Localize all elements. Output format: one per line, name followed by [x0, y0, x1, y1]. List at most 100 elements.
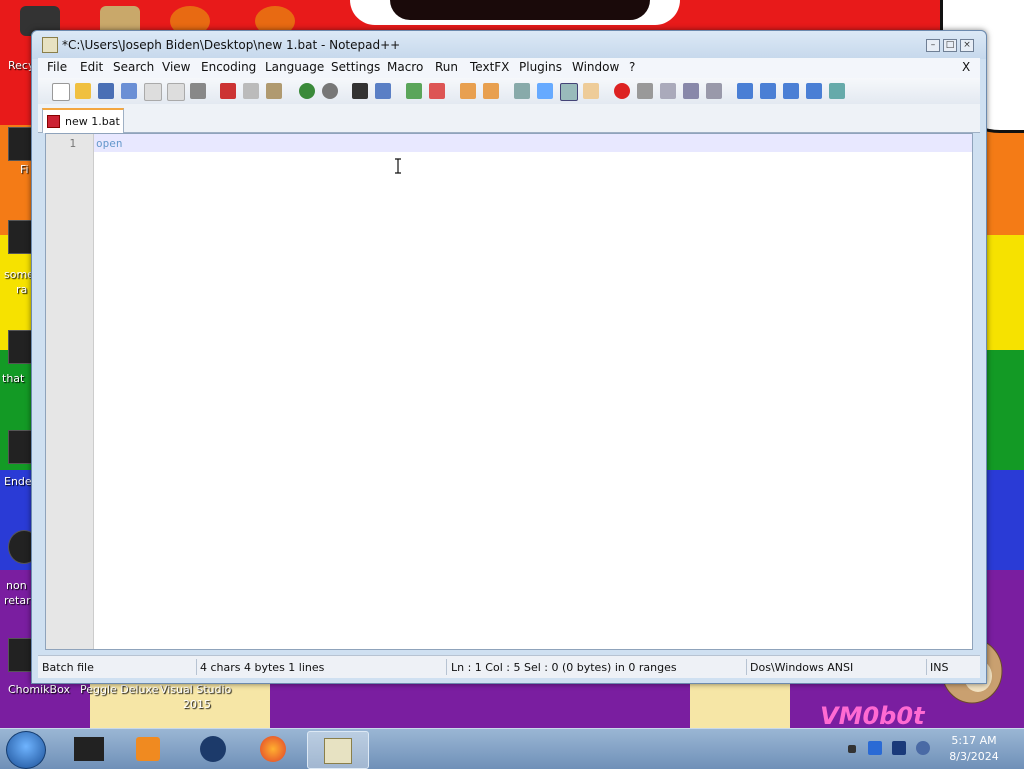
close-all-icon[interactable] [167, 83, 185, 101]
save-icon[interactable] [98, 83, 114, 99]
desktop-icon-label[interactable]: Fi [20, 163, 29, 176]
clock-time[interactable]: 5:17 AM [948, 734, 1000, 747]
expand-icon[interactable] [806, 83, 822, 99]
arrow-up-icon[interactable] [760, 83, 776, 99]
menu-file[interactable]: File [47, 60, 67, 74]
title-bar[interactable]: *C:\Users\Joseph Biden\Desktop\new 1.bat… [32, 31, 986, 59]
paste-icon[interactable] [266, 83, 282, 99]
collapse-icon[interactable] [737, 83, 753, 99]
show-all-chars-icon[interactable] [537, 83, 553, 99]
notepad-icon [42, 37, 58, 53]
zoom-in-icon[interactable] [406, 83, 422, 99]
close-file-icon[interactable] [144, 83, 162, 101]
cut-icon[interactable] [220, 83, 236, 99]
save-all-icon[interactable] [121, 83, 137, 99]
desktop-icon-label[interactable]: ChomikBox [8, 683, 70, 696]
line-number: 1 [69, 137, 76, 150]
taskbar-app-firefox[interactable] [246, 731, 302, 767]
copy-icon[interactable] [243, 83, 259, 99]
globe-icon [200, 736, 226, 762]
minimize-button[interactable]: – [926, 39, 940, 52]
editor-text[interactable]: open [96, 137, 123, 150]
toolbar [38, 78, 980, 105]
cursor-position: Ln : 1 Col : 5 Sel : 0 (0 bytes) in 0 ra… [451, 661, 677, 674]
terminal-icon [74, 737, 104, 761]
notepadpp-window: *C:\Users\Joseph Biden\Desktop\new 1.bat… [31, 30, 987, 684]
document-length: 4 chars 4 bytes 1 lines [200, 661, 325, 674]
desktop-icon-label[interactable]: some [4, 268, 34, 281]
new-file-icon[interactable] [52, 83, 70, 101]
tray-bluetooth-icon[interactable] [868, 741, 882, 755]
indent-guide-icon[interactable] [560, 83, 578, 101]
desktop-icon-label[interactable]: Ende [4, 475, 32, 488]
desktop-icon-label[interactable]: ra [16, 283, 27, 296]
find-icon[interactable] [352, 83, 368, 99]
menu-encoding[interactable]: Encoding [201, 60, 256, 74]
sync-horizontal-icon[interactable] [483, 83, 499, 99]
menu-language[interactable]: Language [265, 60, 324, 74]
taskbar-app-terminal[interactable] [62, 731, 118, 767]
line-number-gutter: 1 [46, 134, 94, 649]
word-wrap-icon[interactable] [514, 83, 530, 99]
tab-new-1-bat[interactable]: new 1.bat [42, 108, 124, 133]
menu-plugins[interactable]: Plugins [519, 60, 562, 74]
menu-macro[interactable]: Macro [387, 60, 423, 74]
undo-icon[interactable] [299, 83, 315, 99]
menu-edit[interactable]: Edit [80, 60, 103, 74]
tab-label: new 1.bat [65, 115, 120, 128]
desktop-icon-label[interactable]: Peggle Deluxe [80, 683, 159, 696]
taskbar-app-notepadpp[interactable] [307, 731, 369, 769]
wallpaper-shape [690, 682, 790, 732]
media-player-icon [136, 737, 160, 761]
redo-icon[interactable] [322, 83, 338, 99]
menu-help[interactable]: ? [629, 60, 635, 74]
run-macro-multiple-icon[interactable] [683, 83, 699, 99]
current-line-highlight [94, 134, 972, 152]
status-bar: Batch file 4 chars 4 bytes 1 lines Ln : … [38, 655, 980, 678]
text-cursor-icon [395, 158, 401, 174]
replace-icon[interactable] [375, 83, 391, 99]
menu-bar: File Edit Search View Encoding Language … [38, 58, 980, 78]
menu-run[interactable]: Run [435, 60, 458, 74]
desktop-icon-label[interactable]: that [2, 372, 24, 385]
eol-encoding: Dos\Windows ANSI [750, 661, 854, 674]
close-button[interactable]: × [960, 39, 974, 52]
text-editor[interactable]: 1 open [45, 133, 973, 650]
open-folder-icon[interactable] [75, 83, 91, 99]
menu-settings[interactable]: Settings [331, 60, 380, 74]
desktop-icon-label[interactable]: 2015 [183, 698, 211, 711]
wallpaper-shape [390, 0, 650, 20]
tray-network-icon[interactable] [892, 741, 906, 755]
folder-panel-icon[interactable] [583, 83, 599, 99]
desktop-icon-label[interactable]: Visual Studio [160, 683, 231, 696]
clock-date[interactable]: 8/3/2024 [948, 750, 1000, 763]
tray-expand-icon[interactable] [848, 745, 856, 753]
notepad-icon [324, 738, 352, 764]
zoom-out-icon[interactable] [429, 83, 445, 99]
menu-window[interactable]: Window [572, 60, 619, 74]
start-button[interactable] [6, 731, 46, 769]
firefox-icon [260, 736, 286, 762]
sync-vertical-icon[interactable] [460, 83, 476, 99]
stop-macro-icon[interactable] [637, 83, 653, 99]
close-document-button[interactable]: X [962, 60, 970, 74]
menu-search[interactable]: Search [113, 60, 154, 74]
menu-view[interactable]: View [162, 60, 190, 74]
save-macro-icon[interactable] [706, 83, 722, 99]
print-icon[interactable] [190, 83, 206, 99]
taskbar-app-media[interactable] [122, 731, 178, 767]
taskbar-app-globe[interactable] [186, 731, 242, 767]
record-macro-icon[interactable] [614, 83, 630, 99]
taskbar: 5:17 AM 8/3/2024 [0, 728, 1024, 769]
maximize-button[interactable]: □ [943, 39, 957, 52]
play-macro-icon[interactable] [660, 83, 676, 99]
spell-check-icon[interactable] [829, 83, 845, 99]
desktop-icon-label[interactable]: retar [4, 594, 31, 607]
insert-mode: INS [930, 661, 949, 674]
tab-bar: new 1.bat [38, 104, 980, 133]
desktop-icon-label[interactable]: non [6, 579, 27, 592]
menu-textfx[interactable]: TextFX [470, 60, 509, 74]
arrow-down-icon[interactable] [783, 83, 799, 99]
window-title: *C:\Users\Joseph Biden\Desktop\new 1.bat… [62, 38, 401, 52]
tray-volume-icon[interactable] [916, 741, 930, 755]
